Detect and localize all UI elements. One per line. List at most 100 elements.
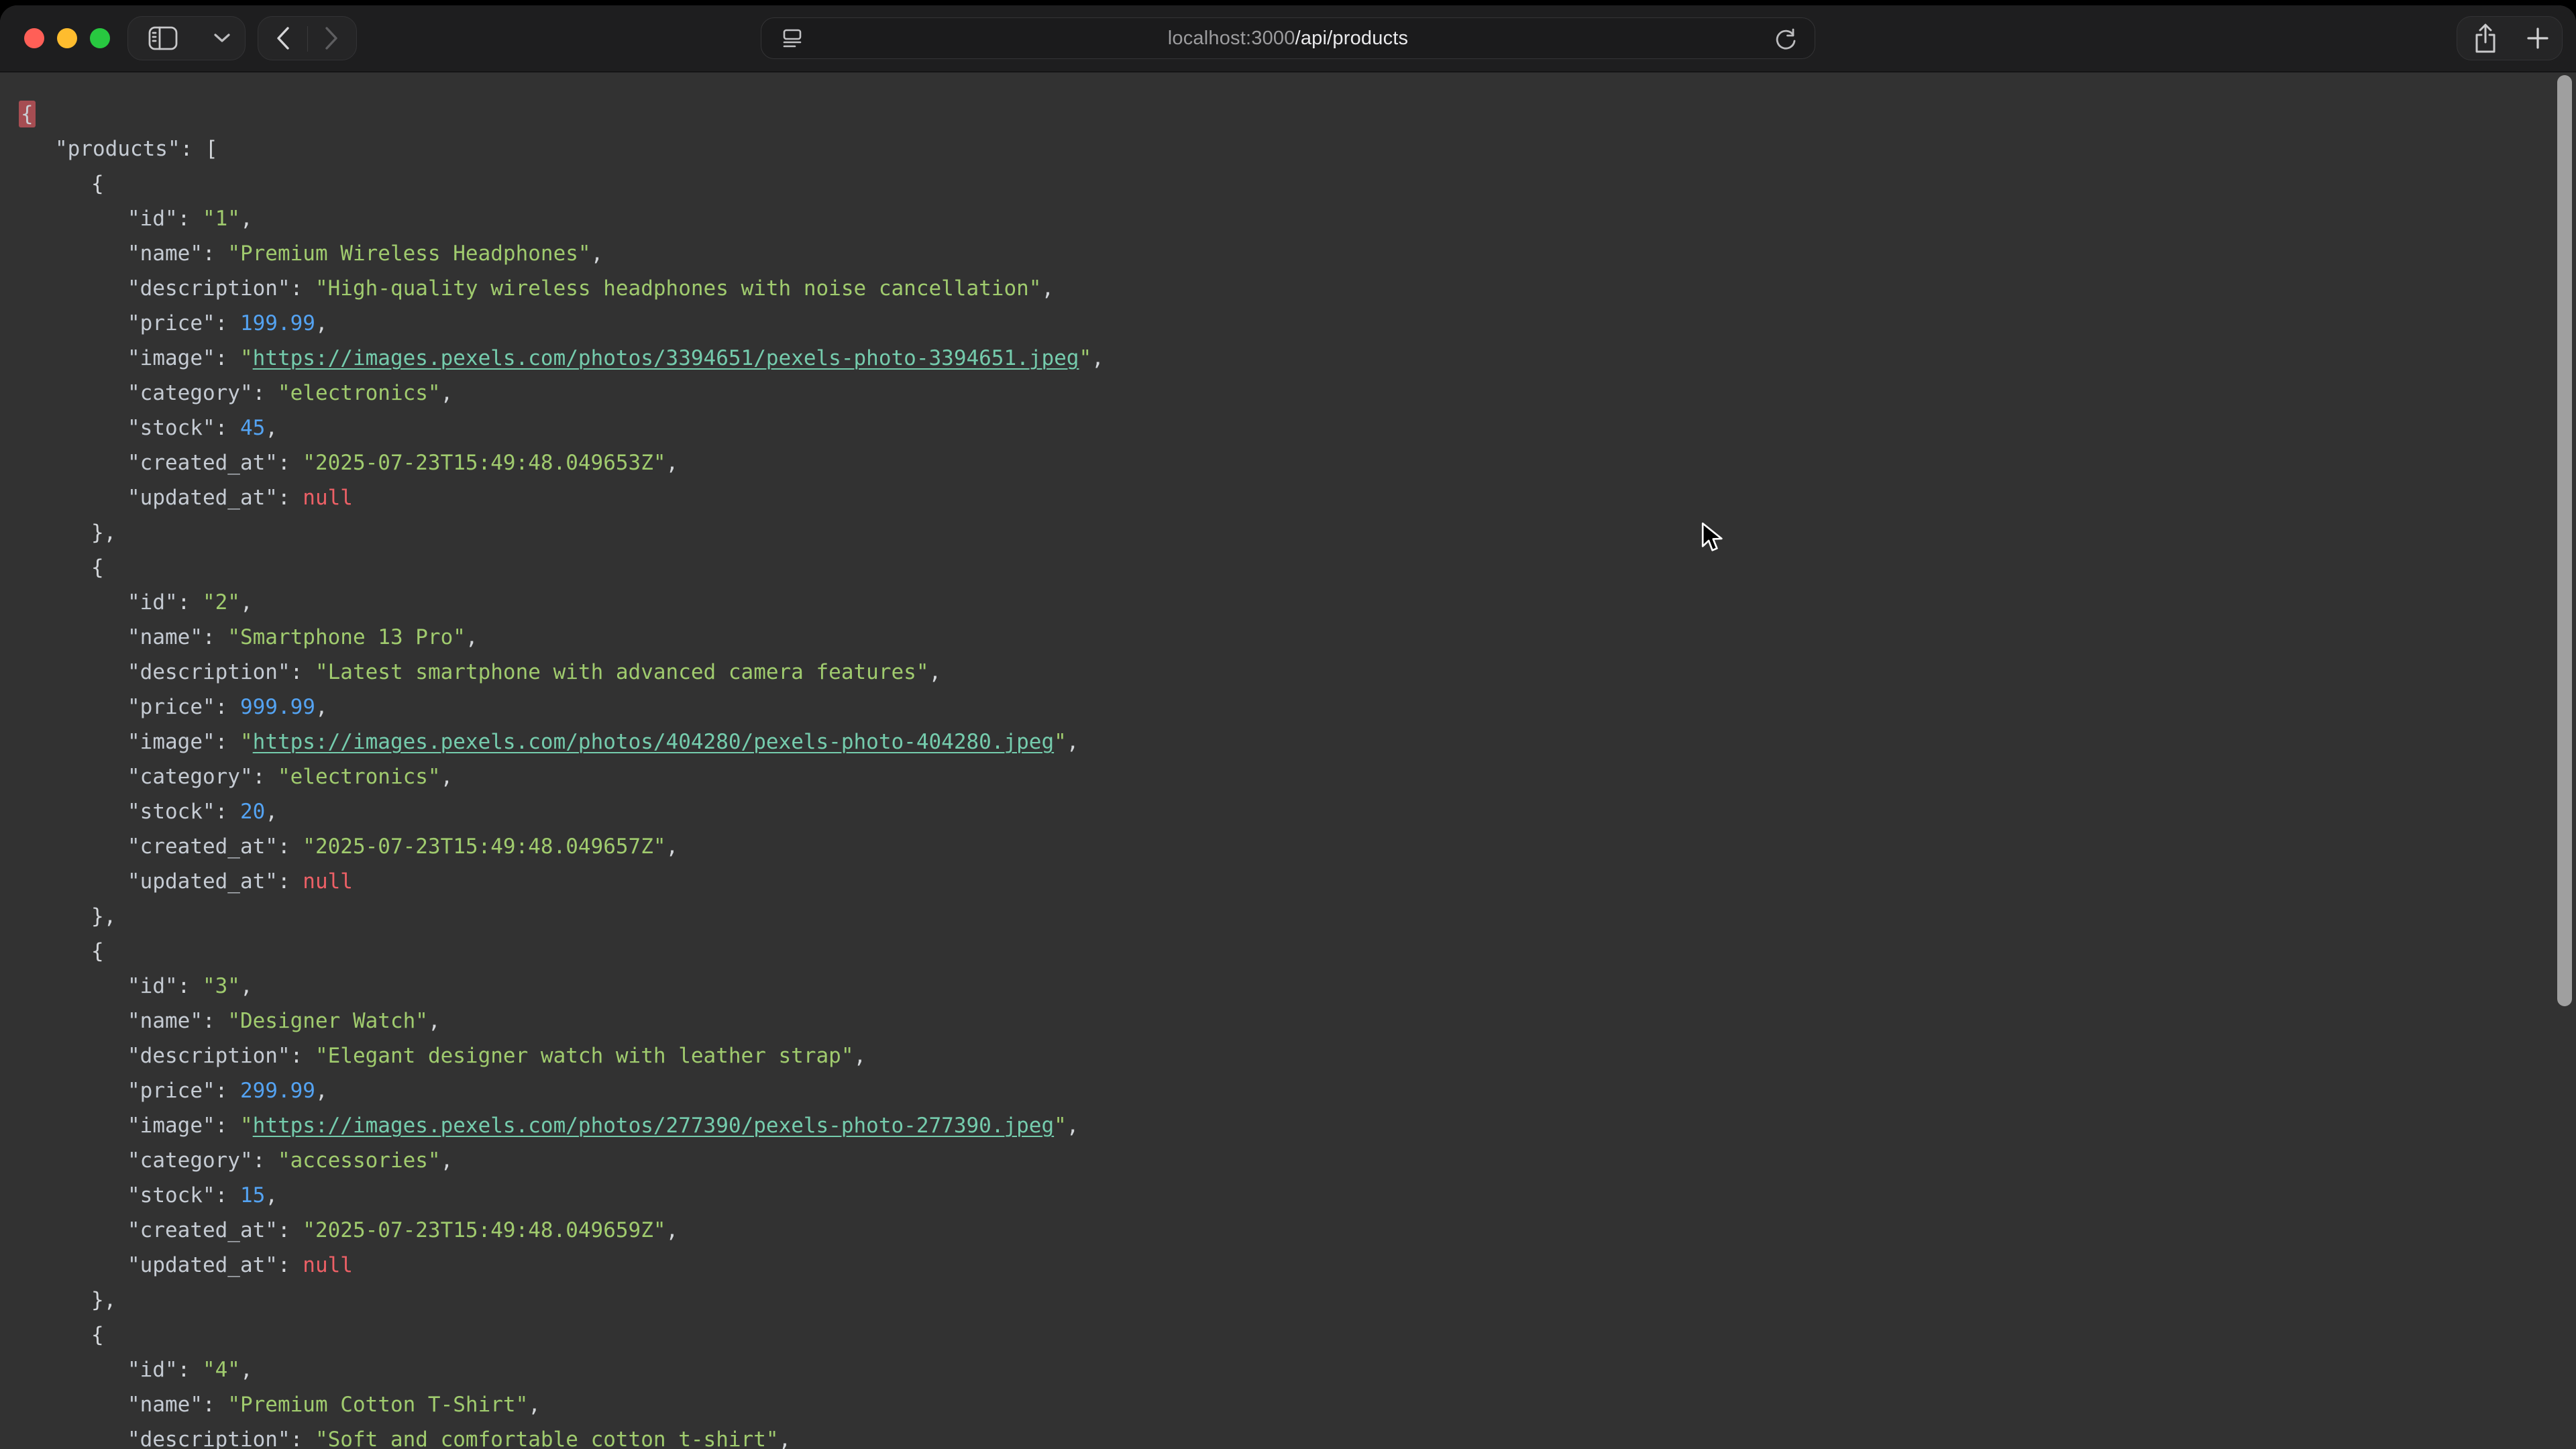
json-line: "stock": 45, xyxy=(19,411,2576,445)
json-line: "category": "electronics", xyxy=(19,376,2576,411)
json-p: : xyxy=(178,974,203,998)
json-key: "category" xyxy=(127,765,253,789)
json-p: , xyxy=(265,1183,278,1208)
json-key: "updated_at" xyxy=(127,486,278,510)
browser-window: localhost:3000/api/products xyxy=(0,5,2576,1449)
json-p: : xyxy=(290,276,315,301)
image-url-link[interactable]: https://images.pexels.com/photos/404280/… xyxy=(253,730,1054,754)
json-line: "updated_at": null xyxy=(19,864,2576,899)
json-p: : xyxy=(278,1253,303,1277)
json-str: "electronics" xyxy=(278,765,441,789)
json-p: : xyxy=(215,1183,240,1208)
json-p: , xyxy=(265,416,278,440)
json-p: : xyxy=(290,660,315,684)
json-line: "id": "2", xyxy=(19,585,2576,620)
json-p: { xyxy=(91,1323,104,1347)
json-line: "id": "3", xyxy=(19,969,2576,1004)
json-p: { xyxy=(91,555,104,580)
json-key: "id" xyxy=(127,590,178,614)
sidebar-menu-chevron-button[interactable] xyxy=(207,17,237,60)
json-p: , xyxy=(928,660,941,684)
json-p: , xyxy=(666,835,679,859)
json-line: "name": "Smartphone 13 Pro", xyxy=(19,620,2576,655)
json-str: " xyxy=(1054,1114,1067,1138)
json-line: "name": "Premium Wireless Headphones", xyxy=(19,236,2576,271)
json-p: , xyxy=(1067,730,1079,754)
json-p: , xyxy=(315,311,328,335)
sidebar-icon xyxy=(148,26,178,50)
json-line: }, xyxy=(19,1283,2576,1318)
json-str: "2025-07-23T15:49:48.049653Z" xyxy=(303,451,665,475)
json-num: 15 xyxy=(240,1183,265,1208)
json-p: : xyxy=(278,869,303,894)
action-button-group xyxy=(2457,16,2563,60)
json-key: "category" xyxy=(127,1148,253,1173)
json-key: "id" xyxy=(127,207,178,231)
json-line: "created_at": "2025-07-23T15:49:48.04965… xyxy=(19,1213,2576,1248)
json-p: : xyxy=(203,625,227,649)
json-str: "Premium Cotton T-Shirt" xyxy=(227,1393,528,1417)
json-key: "category" xyxy=(127,381,253,405)
image-url-link[interactable]: https://images.pexels.com/photos/277390/… xyxy=(253,1114,1054,1138)
back-icon xyxy=(276,26,290,50)
json-line: "image": "https://images.pexels.com/phot… xyxy=(19,341,2576,376)
json-line: "id": "4", xyxy=(19,1352,2576,1387)
json-num: 45 xyxy=(240,416,265,440)
json-p: , xyxy=(441,765,453,789)
json-str: "accessories" xyxy=(278,1148,441,1173)
json-p: , xyxy=(315,1079,328,1103)
browser-toolbar: localhost:3000/api/products xyxy=(0,5,2576,72)
json-line: "stock": 15, xyxy=(19,1178,2576,1213)
traffic-light-close[interactable] xyxy=(24,28,44,48)
json-key: "stock" xyxy=(127,800,215,824)
json-key: "products" xyxy=(55,137,180,161)
reload-button[interactable] xyxy=(1768,18,1803,58)
json-key: "image" xyxy=(127,346,215,370)
json-p: , xyxy=(1067,1114,1079,1138)
json-p: , xyxy=(854,1044,867,1068)
json-key: "id" xyxy=(127,1358,178,1382)
json-key: "stock" xyxy=(127,1183,215,1208)
new-tab-button[interactable] xyxy=(2520,17,2555,60)
json-line: "description": "Elegant designer watch w… xyxy=(19,1038,2576,1073)
json-p: : xyxy=(290,1044,315,1068)
json-p: , xyxy=(1091,346,1104,370)
json-line: { xyxy=(19,166,2576,201)
json-null: null xyxy=(303,869,353,894)
sidebar-toggle-button[interactable] xyxy=(143,17,183,60)
chevron-down-icon xyxy=(214,34,230,43)
back-button[interactable] xyxy=(268,17,299,60)
traffic-light-zoom[interactable] xyxy=(90,28,110,48)
url-host: localhost:3000 xyxy=(1168,28,1295,50)
json-p: : xyxy=(215,1079,240,1103)
json-line: "updated_at": null xyxy=(19,480,2576,515)
json-line: "category": "electronics", xyxy=(19,759,2576,794)
json-p: : xyxy=(290,1428,315,1449)
json-line: { xyxy=(19,934,2576,969)
json-p: { xyxy=(91,172,104,196)
json-line: "category": "accessories", xyxy=(19,1143,2576,1178)
share-icon xyxy=(2472,22,2499,54)
json-key: "updated_at" xyxy=(127,1253,278,1277)
json-p: }, xyxy=(91,521,116,545)
json-line: "products": [ xyxy=(19,131,2576,166)
json-p: }, xyxy=(91,1288,116,1312)
json-line: "price": 299.99, xyxy=(19,1073,2576,1108)
share-button[interactable] xyxy=(2468,17,2503,60)
json-p: , xyxy=(240,974,253,998)
json-num: 999.99 xyxy=(240,695,315,719)
traffic-light-minimize[interactable] xyxy=(57,28,77,48)
address-bar[interactable]: localhost:3000/api/products xyxy=(761,17,1815,59)
json-p: : xyxy=(215,311,240,335)
scrollbar-thumb[interactable] xyxy=(2557,75,2572,1006)
json-line: "image": "https://images.pexels.com/phot… xyxy=(19,1108,2576,1143)
root-brace-highlight: { xyxy=(19,101,36,127)
json-p: : xyxy=(178,207,203,231)
json-p: , xyxy=(666,1218,679,1242)
json-p: : xyxy=(253,765,278,789)
json-str: " xyxy=(1079,346,1091,370)
json-key: "name" xyxy=(127,1393,203,1417)
json-num: 199.99 xyxy=(240,311,315,335)
image-url-link[interactable]: https://images.pexels.com/photos/3394651… xyxy=(253,346,1079,370)
forward-button[interactable] xyxy=(316,17,347,60)
